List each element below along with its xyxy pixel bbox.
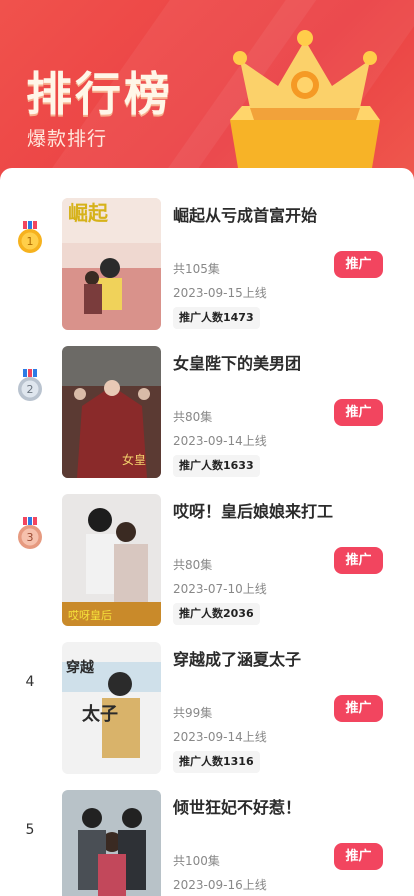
promote-button[interactable]: 推广 <box>334 547 383 574</box>
drama-title[interactable]: 穿越成了涵夏太子 <box>173 646 301 670</box>
crown-icon <box>220 20 390 180</box>
gold-medal-icon: 1 <box>16 220 44 256</box>
promote-button[interactable]: 推广 <box>334 695 383 722</box>
ranking-list: 1 崛起 崛起从亏成首富开始 共105集 2023-09-15上线 推广人数14… <box>0 168 414 896</box>
svg-text:1: 1 <box>27 235 34 248</box>
svg-text:3: 3 <box>27 531 34 544</box>
poster-image[interactable]: 崛起 <box>62 198 161 330</box>
rank-number-text: 4 <box>25 674 35 690</box>
episode-count: 共99集 <box>173 706 213 720</box>
drama-title[interactable]: 女皇陛下的美男团 <box>173 350 301 374</box>
poster-image[interactable] <box>62 790 161 896</box>
release-date: 2023-09-16上线 <box>173 878 267 892</box>
svg-text:崛起: 崛起 <box>68 201 109 225</box>
svg-text:穿越: 穿越 <box>66 659 95 676</box>
promote-button[interactable]: 推广 <box>334 399 383 426</box>
episode-count: 共100集 <box>173 854 220 868</box>
rank-number: 4 <box>16 664 44 700</box>
episode-count: 共105集 <box>173 262 220 276</box>
drama-title[interactable]: 倾世狂妃不好惹！ <box>173 794 301 818</box>
page-subtitle: 爆款排行 <box>27 128 108 150</box>
promote-button[interactable]: 推广 <box>334 843 383 870</box>
bronze-medal-icon: 3 <box>16 516 44 552</box>
poster-image[interactable]: 女皇 <box>62 346 161 478</box>
promote-button[interactable]: 推广 <box>334 251 383 278</box>
silver-medal-icon: 2 <box>16 368 44 404</box>
release-date: 2023-09-15上线 <box>173 286 267 300</box>
list-item[interactable]: 3 哎呀皇后 哎呀！皇后娘娘来打工 共80集 2023-07-10上线 推广人数… <box>0 464 414 626</box>
list-item[interactable]: 2 女皇 女皇陛下的美男团 共80集 2023-09-14上线 推广人数1633… <box>0 316 414 478</box>
page-title: 排行榜 <box>26 67 173 121</box>
poster-image[interactable]: 穿越 太子 <box>62 642 161 774</box>
release-date: 2023-07-10上线 <box>173 582 267 596</box>
drama-title[interactable]: 崛起从亏成首富开始 <box>173 202 317 226</box>
episode-count: 共80集 <box>173 558 213 572</box>
list-item[interactable]: 5 倾世狂妃不好惹！ 共100集 2023-09-16上线 推广 <box>0 760 414 896</box>
list-item[interactable]: 4 穿越 太子 穿越成了涵夏太子 共99集 2023-09-14上线 推广人数1… <box>0 612 414 774</box>
rank-number: 5 <box>16 812 44 848</box>
release-date: 2023-09-14上线 <box>173 730 267 744</box>
release-date: 2023-09-14上线 <box>173 434 267 448</box>
episode-count: 共80集 <box>173 410 213 424</box>
list-item[interactable]: 1 崛起 崛起从亏成首富开始 共105集 2023-09-15上线 推广人数14… <box>0 168 414 330</box>
rank-number-text: 5 <box>25 822 35 838</box>
svg-text:2: 2 <box>27 383 34 396</box>
drama-title[interactable]: 哎呀！皇后娘娘来打工 <box>173 498 333 522</box>
poster-image[interactable]: 哎呀皇后 <box>62 494 161 626</box>
svg-text:太子: 太子 <box>82 703 118 725</box>
